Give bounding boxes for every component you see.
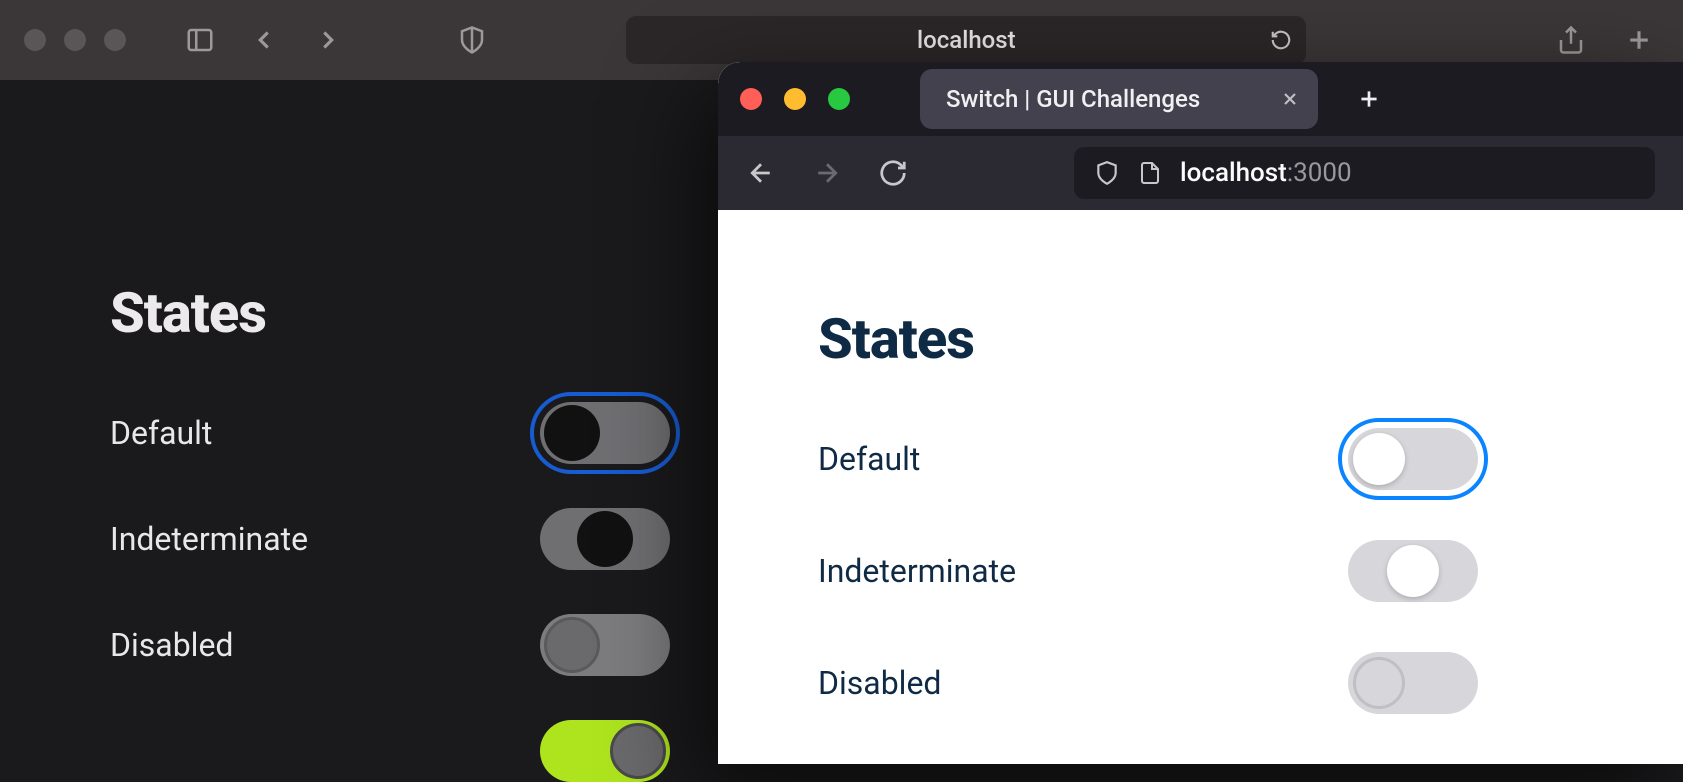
state-label: Default: [110, 414, 212, 452]
traffic-light-zoom-icon[interactable]: [104, 29, 126, 51]
firefox-nav-toolbar: localhost:3000: [718, 136, 1683, 210]
new-tab-button[interactable]: [1356, 86, 1382, 112]
state-label: Disabled: [818, 664, 941, 702]
states-heading-light: States: [818, 306, 1583, 372]
url-host: localhost: [1180, 158, 1287, 188]
reload-icon[interactable]: [1270, 29, 1292, 51]
safari-url-text: localhost: [917, 26, 1016, 54]
switch-default-light[interactable]: [1348, 428, 1478, 490]
nav-back-button[interactable]: [746, 158, 776, 188]
switch-thumb: [544, 405, 600, 461]
state-label: Disabled: [110, 626, 233, 664]
safari-address-bar[interactable]: localhost: [626, 16, 1306, 64]
url-port: :3000: [1287, 158, 1352, 188]
traffic-light-minimize-icon[interactable]: [64, 29, 86, 51]
state-row-indeterminate-light: Indeterminate: [818, 540, 1478, 602]
state-row-default-light: Default: [818, 428, 1478, 490]
switch-indeterminate-light[interactable]: [1348, 540, 1478, 602]
traffic-light-zoom-icon[interactable]: [828, 88, 850, 110]
firefox-page-content: States Default Indeterminate Disabled: [718, 210, 1683, 764]
share-button[interactable]: [1551, 20, 1591, 60]
state-row-partial-dark: [110, 720, 670, 782]
switch-thumb: [1387, 545, 1439, 597]
new-tab-button[interactable]: [1619, 20, 1659, 60]
state-label: Indeterminate: [110, 520, 308, 558]
firefox-window: Switch | GUI Challenges localh: [718, 62, 1683, 764]
state-label: Indeterminate: [818, 552, 1016, 590]
nav-forward-button: [812, 158, 842, 188]
traffic-light-close-icon[interactable]: [740, 88, 762, 110]
traffic-light-minimize-icon[interactable]: [784, 88, 806, 110]
traffic-light-close-icon[interactable]: [24, 29, 46, 51]
shield-icon[interactable]: [1094, 160, 1120, 186]
state-label: Default: [818, 440, 920, 478]
url-text: localhost:3000: [1180, 158, 1352, 188]
state-row-default-dark: Default: [110, 402, 670, 464]
page-icon: [1138, 161, 1162, 185]
tab-title: Switch | GUI Challenges: [946, 85, 1200, 113]
switch-thumb: [1353, 657, 1405, 709]
state-row-disabled-dark: Disabled: [110, 614, 670, 676]
switch-checked-green-dark[interactable]: [540, 720, 670, 782]
nav-forward-button[interactable]: [308, 20, 348, 60]
switch-thumb: [577, 511, 633, 567]
switch-default-dark[interactable]: [540, 402, 670, 464]
switch-disabled-dark: [540, 614, 670, 676]
close-tab-button[interactable]: [1280, 89, 1300, 109]
safari-traffic-lights: [24, 29, 126, 51]
browser-tab[interactable]: Switch | GUI Challenges: [920, 69, 1318, 129]
firefox-address-bar[interactable]: localhost:3000: [1074, 147, 1655, 199]
switch-thumb: [610, 723, 666, 779]
firefox-tab-bar: Switch | GUI Challenges: [718, 62, 1683, 136]
state-row-indeterminate-dark: Indeterminate: [110, 508, 670, 570]
privacy-shield-icon[interactable]: [452, 20, 492, 60]
switch-thumb: [1353, 433, 1405, 485]
switch-thumb: [544, 617, 600, 673]
switch-disabled-light: [1348, 652, 1478, 714]
state-row-disabled-light: Disabled: [818, 652, 1478, 714]
sidebar-toggle-button[interactable]: [180, 20, 220, 60]
reload-button[interactable]: [878, 158, 908, 188]
switch-indeterminate-dark[interactable]: [540, 508, 670, 570]
nav-back-button[interactable]: [244, 20, 284, 60]
